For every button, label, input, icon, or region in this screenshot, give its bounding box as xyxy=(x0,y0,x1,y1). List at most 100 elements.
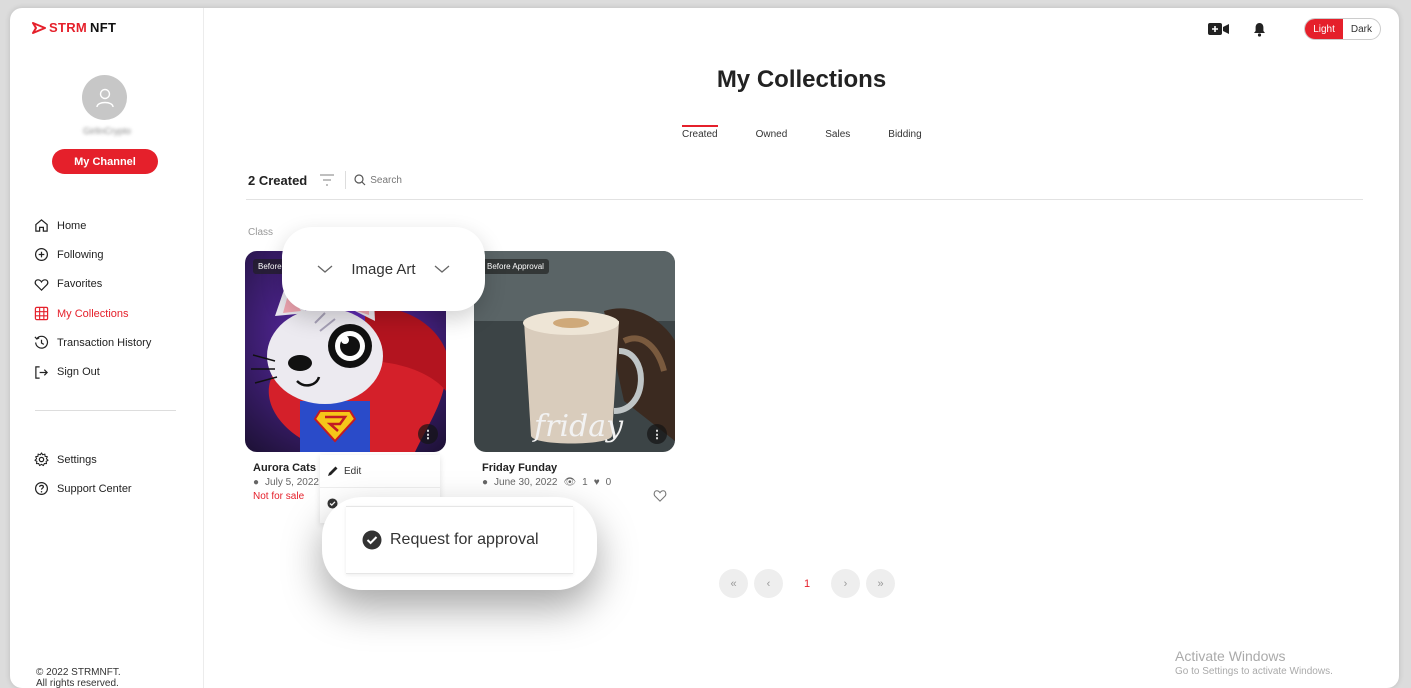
current-page[interactable]: 1 xyxy=(797,569,817,598)
nft-title[interactable]: Friday Funday xyxy=(482,462,675,474)
watermark-title: Activate Windows xyxy=(1175,648,1286,664)
nft-date: June 30, 2022 xyxy=(494,477,558,488)
search-icon xyxy=(354,174,366,186)
collection-tabs: Created Owned Sales Bidding xyxy=(682,125,922,140)
windows-activation-watermark: Activate Windows Go to Settings to activ… xyxy=(1175,648,1333,677)
nft-image[interactable]: friday Before Approval ⋮ xyxy=(474,251,675,452)
clock-icon: ● xyxy=(253,477,260,488)
sidebar-item-label: Sign Out xyxy=(57,366,100,379)
nft-card[interactable]: friday Before Approval ⋮ Friday Funday ●… xyxy=(474,251,675,488)
sidebar-nav: Home Following Favorites My Collections … xyxy=(34,211,151,387)
request-approval-label: Request for approval xyxy=(390,531,539,548)
footer-line: All rights reserved. xyxy=(36,678,119,688)
notifications-button[interactable] xyxy=(1239,18,1279,40)
likes-count: 0 xyxy=(605,477,612,488)
topbar: Light Dark xyxy=(1199,18,1381,40)
class-select-zoom[interactable]: Image Art xyxy=(282,227,485,311)
watermark-subtitle: Go to Settings to activate Windows. xyxy=(1175,666,1333,677)
views-count: 1 xyxy=(582,477,588,488)
approval-badge: Before Approval xyxy=(482,259,549,274)
nft-date: July 5, 2022 xyxy=(265,477,319,488)
menu-edit-label: Edit xyxy=(344,465,362,477)
tab-sales[interactable]: Sales xyxy=(825,129,850,140)
brand-name-black: NFT xyxy=(90,20,117,35)
sidebar-divider xyxy=(35,410,176,411)
tab-created[interactable]: Created xyxy=(682,125,718,140)
avatar[interactable] xyxy=(82,75,127,120)
request-approval-option[interactable]: Request for approval xyxy=(346,506,573,574)
sidebar-item-label: Home xyxy=(57,219,87,232)
chevron-down-icon xyxy=(317,265,333,273)
brand-logo[interactable]: STRM NFT xyxy=(32,20,116,35)
coffee-photo: friday xyxy=(474,251,675,452)
request-approval-zoom: Request for approval xyxy=(322,497,597,590)
sign-out-icon xyxy=(35,365,48,379)
toolbar-separator xyxy=(345,171,347,189)
sidebar: STRM NFT GirlInCrypto My Channel Home Fol… xyxy=(10,8,204,688)
pencil-icon xyxy=(328,466,338,476)
sidebar-item-settings[interactable]: Settings xyxy=(34,445,132,474)
last-page-button[interactable]: » xyxy=(866,569,895,598)
plus-circle-icon xyxy=(34,248,49,262)
sidebar-item-label: Settings xyxy=(57,453,97,466)
sidebar-item-favorites[interactable]: Favorites xyxy=(34,270,151,299)
toolbar-divider xyxy=(246,199,1363,200)
created-count: 2 Created xyxy=(248,172,308,188)
sidebar-item-label: My Collections xyxy=(57,307,129,320)
sidebar-item-home[interactable]: Home xyxy=(34,211,151,240)
sidebar-item-label: Favorites xyxy=(57,278,103,291)
card-menu-button[interactable]: ⋮ xyxy=(418,424,438,444)
collection-toolbar: 2 Created Search xyxy=(248,171,402,189)
my-channel-button[interactable]: My Channel xyxy=(52,149,158,174)
class-filter-label: Class xyxy=(248,227,274,238)
clock-icon: ● xyxy=(482,477,489,488)
heart-icon xyxy=(34,278,49,291)
sidebar-item-label: Transaction History xyxy=(57,336,152,349)
sidebar-item-my-collections[interactable]: My Collections xyxy=(34,299,151,328)
first-page-button[interactable]: « xyxy=(719,569,748,598)
user-icon xyxy=(95,88,114,107)
gear-icon xyxy=(34,452,49,467)
class-select-value: Image Art xyxy=(351,260,416,278)
video-add-icon xyxy=(1208,23,1230,35)
sort-icon[interactable] xyxy=(319,173,335,187)
play-logo-icon xyxy=(32,21,46,34)
theme-light-option[interactable]: Light xyxy=(1305,19,1343,39)
username: GirlInCrypto xyxy=(82,126,131,136)
tab-owned[interactable]: Owned xyxy=(756,129,788,140)
next-page-button[interactable]: › xyxy=(831,569,860,598)
sidebar-item-support-center[interactable]: Support Center xyxy=(34,474,132,503)
likes-icon: ♥ xyxy=(593,477,600,488)
search-placeholder: Search xyxy=(370,174,402,186)
footer-copyright: © 2022 STRMNFT. All rights reserved. xyxy=(36,667,121,688)
card-menu-button[interactable]: ⋮ xyxy=(647,424,667,444)
sidebar-item-sign-out[interactable]: Sign Out xyxy=(34,357,151,386)
svg-text:friday: friday xyxy=(532,409,624,444)
go-live-button[interactable] xyxy=(1199,18,1239,40)
views-icon: 👁 xyxy=(563,477,577,488)
chevron-down-icon xyxy=(434,265,450,273)
sidebar-item-following[interactable]: Following xyxy=(34,240,151,269)
brand-name-red: STRM xyxy=(49,20,88,35)
sidebar-item-label: Following xyxy=(57,248,104,261)
favorite-heart-icon[interactable] xyxy=(653,489,667,502)
sidebar-secondary-nav: Settings Support Center xyxy=(34,445,132,504)
app-window: STRM NFT GirlInCrypto My Channel Home Fol… xyxy=(10,8,1399,688)
sidebar-item-transaction-history[interactable]: Transaction History xyxy=(34,328,151,357)
home-icon xyxy=(35,219,48,232)
help-icon xyxy=(34,482,49,496)
footer-line: © 2022 STRMNFT. xyxy=(36,667,121,678)
search-field[interactable]: Search xyxy=(354,174,402,186)
menu-edit[interactable]: Edit xyxy=(320,455,440,487)
sidebar-item-label: Support Center xyxy=(57,482,132,495)
history-icon xyxy=(34,336,49,350)
theme-dark-option[interactable]: Dark xyxy=(1343,19,1380,39)
page-title: My Collections xyxy=(716,66,887,93)
tab-bidding[interactable]: Bidding xyxy=(888,129,921,140)
bell-icon xyxy=(1253,22,1265,37)
nft-meta: ● June 30, 2022 👁 1 ♥ 0 xyxy=(482,477,675,488)
check-circle-icon xyxy=(362,530,382,550)
prev-page-button[interactable]: ‹ xyxy=(754,569,783,598)
theme-toggle[interactable]: Light Dark xyxy=(1304,18,1381,40)
pagination: « ‹ 1 › » xyxy=(719,569,895,598)
